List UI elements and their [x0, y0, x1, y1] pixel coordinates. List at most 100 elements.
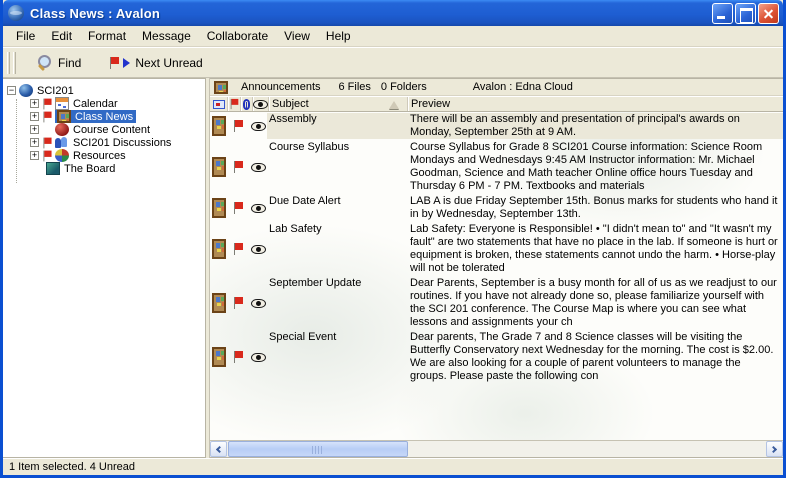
menu-collaborate[interactable]: Collaborate	[199, 27, 276, 45]
conference-globe-icon	[19, 84, 33, 97]
list-item-due-date-alert[interactable]: Due Date Alert LAB A is due Friday Septe…	[210, 194, 783, 222]
unread-flag-icon	[233, 120, 244, 132]
column-message-type[interactable]	[210, 97, 228, 111]
viewed-eye-icon	[251, 245, 266, 254]
list-item-assembly[interactable]: Assembly There will be an assembly and p…	[210, 112, 783, 140]
app-globe-icon	[8, 5, 24, 21]
tree-item-the-board[interactable]: The Board	[3, 162, 205, 175]
unread-flag-icon	[43, 137, 53, 148]
viewed-eye-icon	[251, 204, 266, 213]
item-preview: LAB A is due Friday September 15th. Bonu…	[407, 195, 783, 221]
column-preview[interactable]: Preview	[408, 97, 783, 111]
column-viewed[interactable]	[253, 97, 269, 111]
item-icon-cell	[210, 331, 267, 383]
scroll-left-button[interactable]	[210, 441, 227, 457]
scrollbar-track[interactable]	[227, 441, 766, 457]
minimize-button[interactable]	[712, 3, 733, 24]
unread-flag-icon	[233, 161, 244, 173]
list-item-special-event[interactable]: Special Event Dear parents, The Grade 7 …	[210, 330, 783, 384]
preview-column-label: Preview	[411, 98, 450, 110]
bulletin-board-icon	[212, 116, 226, 136]
tree-item-class-news[interactable]: + Class News	[3, 110, 205, 123]
next-unread-button[interactable]: Next Unread	[101, 53, 210, 73]
tree-item-label: Calendar	[72, 98, 119, 110]
bulletin-board-icon	[212, 239, 226, 259]
menu-file[interactable]: File	[8, 27, 43, 45]
toolbar-grip[interactable]	[13, 52, 16, 74]
bulletin-board-icon	[57, 110, 71, 123]
item-icon-cell	[210, 113, 267, 139]
expand-box-icon[interactable]: +	[30, 125, 39, 134]
unread-flag-icon	[43, 98, 53, 109]
viewed-eye-icon	[251, 353, 266, 362]
expand-box-icon[interactable]: +	[30, 99, 39, 108]
resources-icon	[55, 149, 69, 162]
attachment-icon	[243, 99, 250, 110]
list-item-lab-safety[interactable]: Lab Safety Lab Safety: Everyone is Respo…	[210, 222, 783, 276]
item-subject: Assembly	[267, 113, 407, 139]
status-bar: 1 Item selected. 4 Unread	[3, 458, 783, 475]
item-preview: Dear parents, The Grade 7 and 8 Science …	[407, 331, 783, 383]
next-arrow-icon	[123, 58, 130, 68]
column-subject[interactable]: Subject	[269, 97, 408, 111]
message-type-icon	[213, 100, 225, 109]
announcements-panel: Announcements 6 Files 0 Folders Avalon :…	[210, 78, 783, 458]
unread-flag-icon	[43, 111, 53, 122]
item-preview: Course Syllabus for Grade 8 SCI201 Cours…	[407, 141, 783, 193]
folders-count: 0 Folders	[381, 81, 427, 93]
find-button-label: Find	[58, 56, 81, 70]
menu-help[interactable]: Help	[318, 27, 359, 45]
chevron-right-icon	[770, 446, 777, 453]
scroll-right-button[interactable]	[766, 441, 783, 457]
menu-bar: File Edit Format Message Collaborate Vie…	[3, 26, 783, 47]
expand-box-icon[interactable]: +	[30, 138, 39, 147]
menu-view[interactable]: View	[276, 27, 318, 45]
subject-column-label: Subject	[272, 98, 309, 110]
sort-ascending-icon[interactable]	[389, 101, 399, 109]
tree-item-calendar[interactable]: + Calendar	[3, 97, 205, 110]
unread-flag-icon	[233, 202, 244, 214]
bulletin-board-icon	[212, 198, 226, 218]
item-subject: September Update	[267, 277, 407, 329]
eye-icon	[253, 100, 268, 109]
search-icon	[37, 55, 53, 71]
list-item-course-syllabus[interactable]: Course Syllabus Course Syllabus for Grad…	[210, 140, 783, 194]
scrollbar-thumb[interactable]	[228, 441, 408, 457]
unread-flag-icon	[43, 150, 53, 161]
item-subject: Course Syllabus	[267, 141, 407, 193]
conference-tree: − SCI201 + Calendar + Class News +	[3, 78, 206, 458]
tree-item-sci201-discussions[interactable]: + SCI201 Discussions	[3, 136, 205, 149]
menu-format[interactable]: Format	[80, 27, 134, 45]
viewed-eye-icon	[251, 299, 266, 308]
item-icon-cell	[210, 277, 267, 329]
tree-item-label: Resources	[72, 150, 127, 162]
maximize-button[interactable]	[735, 3, 756, 24]
window-title: Class News : Avalon	[30, 6, 712, 21]
close-button[interactable]	[758, 3, 779, 24]
menu-edit[interactable]: Edit	[43, 27, 80, 45]
server-user-label: Avalon : Edna Cloud	[473, 81, 573, 93]
unread-flag-icon	[233, 243, 244, 255]
expand-box-icon[interactable]: +	[30, 112, 39, 121]
list-item-september-update[interactable]: September Update Dear Parents, September…	[210, 276, 783, 330]
main-area: − SCI201 + Calendar + Class News +	[3, 78, 783, 458]
unread-flag-icon	[233, 351, 244, 363]
expand-box-icon[interactable]: +	[30, 151, 39, 160]
find-button[interactable]: Find	[29, 52, 89, 74]
tree-item-label: SCI201	[36, 85, 75, 97]
unread-flag-icon	[233, 297, 244, 309]
column-flag[interactable]	[228, 97, 241, 111]
the-board-icon	[46, 162, 60, 175]
horizontal-scrollbar[interactable]	[210, 440, 783, 457]
tree-item-sci201[interactable]: − SCI201	[3, 84, 205, 97]
toolbar-grip[interactable]	[7, 52, 10, 74]
column-attachment[interactable]	[241, 97, 253, 111]
app-window: Class News : Avalon File Edit Format Mes…	[0, 0, 786, 478]
collapse-box-icon[interactable]: −	[7, 86, 16, 95]
tree-item-resources[interactable]: + Resources	[3, 149, 205, 162]
selected-tree-item[interactable]: Class News	[55, 110, 136, 123]
panel-title: Announcements	[241, 81, 321, 93]
tree-item-course-content[interactable]: + Course Content	[3, 123, 205, 136]
item-subject: Lab Safety	[267, 223, 407, 275]
menu-message[interactable]: Message	[134, 27, 199, 45]
